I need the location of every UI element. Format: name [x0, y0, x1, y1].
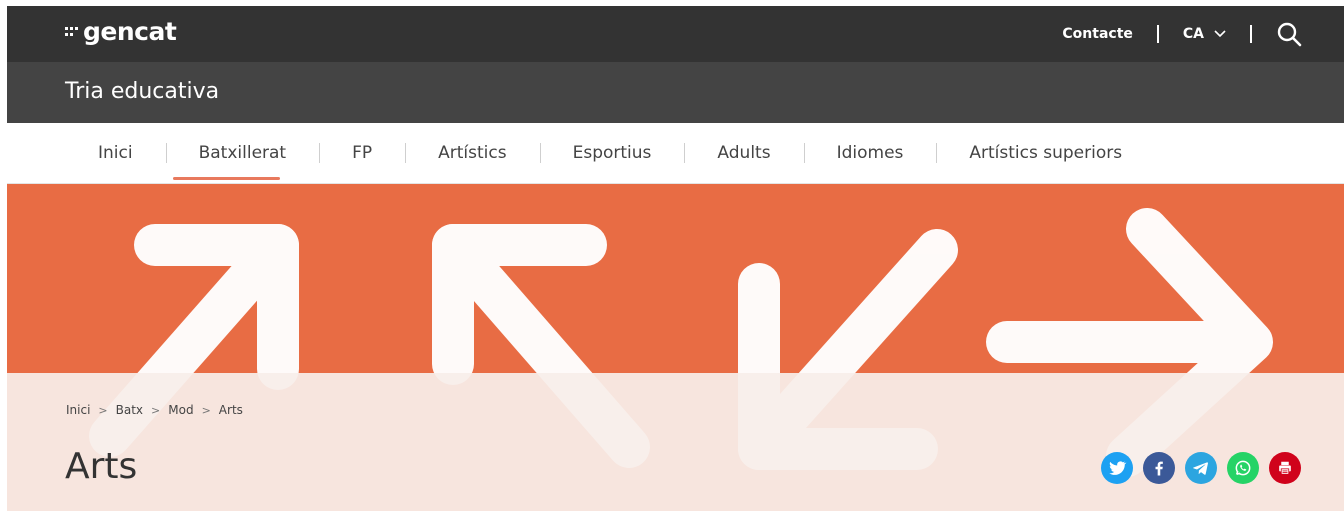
- share-telegram-button[interactable]: [1185, 452, 1217, 484]
- share-buttons: [1101, 452, 1301, 484]
- gencat-logo[interactable]: gencat: [65, 15, 177, 49]
- language-selector[interactable]: CA: [1183, 26, 1226, 42]
- hero-banner: Inici > Batx > Mod > Arts Arts: [7, 184, 1344, 511]
- nav-item-artistics-superiors[interactable]: Artístics superiors: [936, 123, 1155, 183]
- facebook-icon: [1155, 461, 1163, 476]
- whatsapp-icon: [1235, 460, 1251, 476]
- breadcrumb-separator: >: [98, 403, 108, 417]
- share-whatsapp-button[interactable]: [1227, 452, 1259, 484]
- language-label: CA: [1182, 26, 1204, 42]
- top-actions: Contacte CA: [1062, 6, 1302, 62]
- telegram-icon: [1193, 462, 1208, 475]
- breadcrumb-item-mod[interactable]: Mod: [168, 403, 193, 417]
- divider: [1250, 25, 1252, 43]
- main-nav: Inici Batxillerat FP Artístics Esportius…: [7, 123, 1344, 184]
- contact-link[interactable]: Contacte: [1062, 26, 1133, 42]
- nav-item-fp[interactable]: FP: [319, 123, 405, 183]
- page-title: Arts: [65, 446, 138, 487]
- nav-item-batxillerat[interactable]: Batxillerat: [165, 123, 320, 183]
- hero-overlay: [7, 373, 1344, 511]
- breadcrumb-separator: >: [151, 403, 161, 417]
- twitter-icon: [1109, 461, 1127, 475]
- site-title[interactable]: Tria educativa: [65, 77, 219, 107]
- nav-item-idiomes[interactable]: Idiomes: [803, 123, 937, 183]
- top-bar: gencat Contacte CA: [7, 6, 1344, 62]
- print-button[interactable]: [1269, 452, 1301, 484]
- nav-item-inici[interactable]: Inici: [65, 123, 166, 183]
- page-frame: gencat Contacte CA Tria educativa Inici: [7, 6, 1344, 511]
- share-facebook-button[interactable]: [1143, 452, 1175, 484]
- search-icon[interactable]: [1276, 21, 1302, 47]
- breadcrumb-item-inici[interactable]: Inici: [66, 403, 90, 417]
- logo-text: gencat: [83, 17, 177, 46]
- divider: [1156, 25, 1159, 43]
- chevron-down-icon: [1214, 30, 1226, 38]
- print-icon: [1279, 461, 1291, 475]
- nav-list: Inici Batxillerat FP Artístics Esportius…: [65, 123, 1155, 183]
- breadcrumb: Inici > Batx > Mod > Arts: [66, 403, 243, 417]
- nav-item-adults[interactable]: Adults: [684, 123, 803, 183]
- nav-item-esportius[interactable]: Esportius: [539, 123, 685, 183]
- site-bar: Tria educativa: [7, 62, 1344, 123]
- share-twitter-button[interactable]: [1101, 452, 1133, 484]
- nav-item-artistics[interactable]: Artístics: [405, 123, 539, 183]
- breadcrumb-separator: >: [201, 403, 211, 417]
- breadcrumb-item-batx[interactable]: Batx: [116, 403, 143, 417]
- gencat-logo-icon: [65, 25, 79, 39]
- breadcrumb-item-arts: Arts: [218, 403, 243, 417]
